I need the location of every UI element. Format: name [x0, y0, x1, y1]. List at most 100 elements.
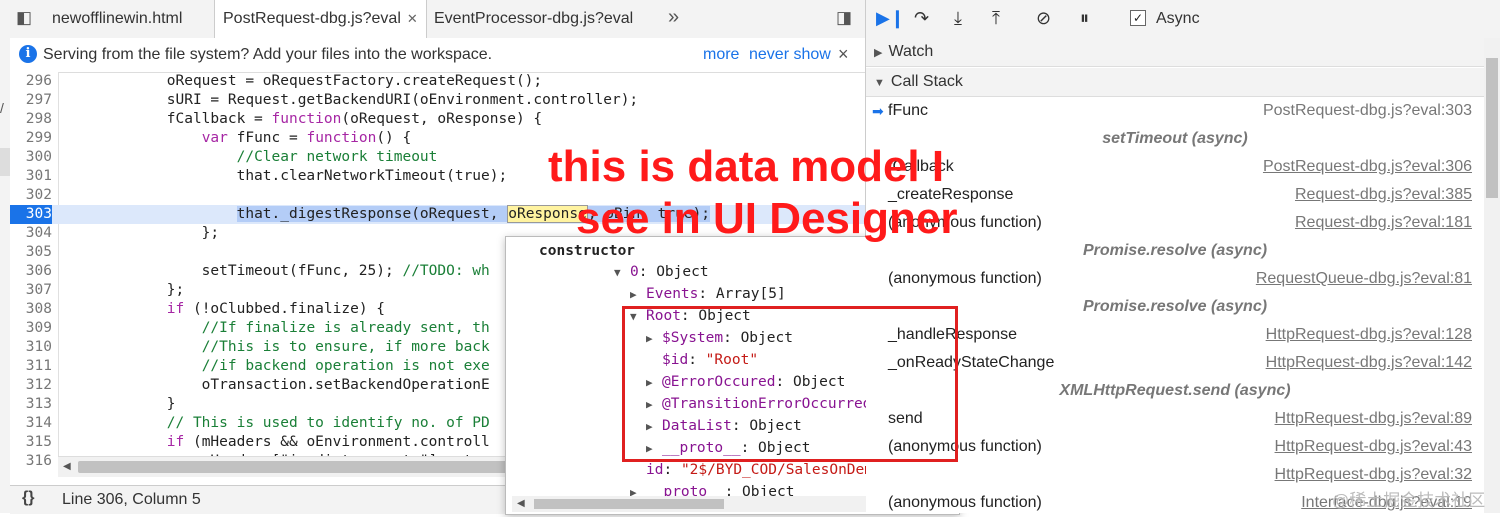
- infobar-close-icon[interactable]: ×: [838, 44, 849, 65]
- async-label: Async: [1156, 10, 1200, 27]
- code-line[interactable]: 297 sURI = Request.getBackendURI(oEnviro…: [10, 91, 865, 110]
- code-text: };: [62, 282, 185, 298]
- line-number[interactable]: 303: [10, 205, 52, 224]
- line-number[interactable]: 316: [10, 452, 52, 471]
- property-key: Events: [646, 286, 699, 302]
- property-separator: :: [698, 286, 716, 302]
- expand-right-icon[interactable]: ▶: [630, 284, 646, 306]
- frame-location-link[interactable]: PostRequest-dbg.js?eval:303: [1263, 97, 1472, 125]
- toggle-debugger-icon[interactable]: ◨: [836, 8, 852, 28]
- code-text: sURI = Request.getBackendURI(oEnvironmen…: [62, 92, 639, 108]
- tab-label: PostRequest-dbg.js?eval: [223, 10, 401, 27]
- line-number[interactable]: 309: [10, 319, 52, 338]
- inspector-property-row[interactable]: ▶ Events: Array[5]: [630, 283, 786, 305]
- line-number[interactable]: 308: [10, 300, 52, 319]
- step-out-icon[interactable]: ⤒: [992, 8, 1000, 29]
- code-text: if (!oClubbed.finalize) {: [166, 301, 386, 317]
- line-number[interactable]: 299: [10, 129, 52, 148]
- frame-location-link[interactable]: HttpRequest-dbg.js?eval:89: [1275, 405, 1472, 433]
- tab-label: EventProcessor-dbg.js?eval: [434, 10, 634, 27]
- line-number[interactable]: 307: [10, 281, 52, 300]
- scroll-thumb[interactable]: [1486, 58, 1498, 198]
- call-stack-frame[interactable]: _handleResponse HttpRequest-dbg.js?eval:1…: [866, 321, 1484, 349]
- call-stack-section-header[interactable]: ▼ Call Stack: [866, 68, 1500, 97]
- line-number[interactable]: 298: [10, 110, 52, 129]
- tab-newofflinewin[interactable]: newofflinewin.html: [44, 0, 190, 38]
- line-number[interactable]: 296: [10, 72, 52, 91]
- frame-location-link[interactable]: Request-dbg.js?eval:385: [1295, 181, 1472, 209]
- deactivate-breakpoints-icon[interactable]: ⊘: [1036, 8, 1051, 29]
- expand-down-icon[interactable]: ▼: [614, 262, 630, 284]
- frame-location-link[interactable]: HttpRequest-dbg.js?eval:43: [1275, 433, 1472, 461]
- code-text: if (mHeaders && oEnvironment.controll: [166, 434, 490, 450]
- frame-function-name: fFunc: [888, 102, 929, 119]
- editor-tab-bar: ◧ newofflinewin.html PostRequest-dbg.js?…: [10, 0, 865, 39]
- line-number[interactable]: 300: [10, 148, 52, 167]
- scroll-left-icon[interactable]: ◀: [517, 498, 525, 509]
- async-boundary-label: setTimeout (async): [1102, 130, 1248, 147]
- call-stack-frame[interactable]: (anonymous function) RequestQueue-dbg.js?…: [866, 265, 1484, 293]
- call-stack-frame[interactable]: (anonymous function) Request-dbg.js?eval:…: [866, 209, 1484, 237]
- watch-section-header[interactable]: ▶ Watch: [866, 38, 1500, 67]
- call-stack-frame[interactable]: HttpRequest-dbg.js?eval:32: [866, 461, 1484, 489]
- tab-label: newofflinewin.html: [52, 10, 183, 27]
- call-stack-frame[interactable]: send HttpRequest-dbg.js?eval:89: [866, 405, 1484, 433]
- line-number[interactable]: 305: [10, 243, 52, 262]
- toggle-navigator-icon[interactable]: ◧: [16, 8, 32, 28]
- code-text: that.clearNetworkTimeout(true);: [62, 168, 508, 184]
- code-text: // This is used to identify no. of PD: [166, 415, 490, 431]
- tabs-overflow-icon[interactable]: »: [668, 6, 679, 29]
- line-number[interactable]: 311: [10, 357, 52, 376]
- code-text: }: [62, 396, 176, 412]
- step-into-icon[interactable]: ⤓: [954, 8, 962, 29]
- resume-icon[interactable]: ▶❙: [876, 8, 905, 29]
- infobar-never-show-link[interactable]: never show: [749, 46, 831, 64]
- scroll-left-icon[interactable]: ◀: [63, 461, 71, 472]
- pretty-print-button[interactable]: {}: [22, 489, 34, 507]
- sidebar-scrollbar[interactable]: [1484, 38, 1500, 513]
- scroll-thumb[interactable]: [78, 461, 518, 473]
- async-checkbox[interactable]: ✓: [1130, 10, 1146, 26]
- line-number[interactable]: 297: [10, 91, 52, 110]
- frame-function-name: (anonymous function): [888, 270, 1042, 287]
- code-text: };: [62, 225, 220, 241]
- call-stack-frame[interactable]: (anonymous function) HttpRequest-dbg.js?e…: [866, 433, 1484, 461]
- call-stack-frame[interactable]: _onReadyStateChange HttpRequest-dbg.js?ev…: [866, 349, 1484, 377]
- frame-location-link[interactable]: HttpRequest-dbg.js?eval:142: [1266, 349, 1472, 377]
- frame-location-link[interactable]: Request-dbg.js?eval:181: [1295, 209, 1472, 237]
- call-stack-frame[interactable]: fCallback PostRequest-dbg.js?eval:306: [866, 153, 1484, 181]
- infobar-more-link[interactable]: more: [703, 46, 739, 64]
- line-number[interactable]: 302: [10, 186, 52, 205]
- debugger-toolbar: ▶❙ ↷ ⤓ ⤒ ⊘ ⏸ ✓ Async: [866, 0, 1500, 39]
- line-number[interactable]: 301: [10, 167, 52, 186]
- tab-postrequest[interactable]: PostRequest-dbg.js?eval ✕: [214, 0, 427, 39]
- frame-location-link[interactable]: HttpRequest-dbg.js?eval:32: [1275, 461, 1472, 489]
- code-line[interactable]: 296 oRequest = oRequestFactory.createReq…: [10, 72, 865, 91]
- code-text: fCallback = function(oRequest, oResponse…: [62, 111, 543, 127]
- frame-location-link[interactable]: PostRequest-dbg.js?eval:306: [1263, 153, 1472, 181]
- tab-close-icon[interactable]: ✕: [407, 11, 418, 26]
- pause-on-exceptions-icon[interactable]: ⏸: [1080, 8, 1089, 29]
- line-number[interactable]: 314: [10, 414, 52, 433]
- step-over-icon[interactable]: ↷: [914, 8, 929, 29]
- cursor-position: Line 306, Column 5: [62, 491, 201, 508]
- inspector-property-row[interactable]: ▼ 0: Object: [614, 261, 709, 283]
- frame-location-link[interactable]: RequestQueue-dbg.js?eval:81: [1256, 265, 1472, 293]
- line-number[interactable]: 310: [10, 338, 52, 357]
- annotation-highlight-box: [622, 306, 958, 462]
- frame-location-link[interactable]: HttpRequest-dbg.js?eval:128: [1266, 321, 1472, 349]
- line-number[interactable]: 304: [10, 224, 52, 243]
- tab-eventprocessor[interactable]: EventProcessor-dbg.js?eval: [426, 0, 641, 38]
- call-stack-frame[interactable]: ➡ fFunc PostRequest-dbg.js?eval:303: [866, 97, 1484, 125]
- line-number[interactable]: 313: [10, 395, 52, 414]
- property-value: Object: [656, 264, 709, 280]
- line-number[interactable]: 306: [10, 262, 52, 281]
- scroll-thumb[interactable]: [534, 499, 724, 509]
- call-stack-frame[interactable]: _createResponse Request-dbg.js?eval:385: [866, 181, 1484, 209]
- async-boundary-label: XMLHttpRequest.send (async): [1059, 382, 1291, 399]
- code-text: //Clear network timeout: [236, 149, 438, 165]
- line-number[interactable]: 312: [10, 376, 52, 395]
- line-number[interactable]: 315: [10, 433, 52, 452]
- code-line[interactable]: 298 fCallback = function(oRequest, oResp…: [10, 110, 865, 129]
- popover-title: constructor: [539, 243, 636, 259]
